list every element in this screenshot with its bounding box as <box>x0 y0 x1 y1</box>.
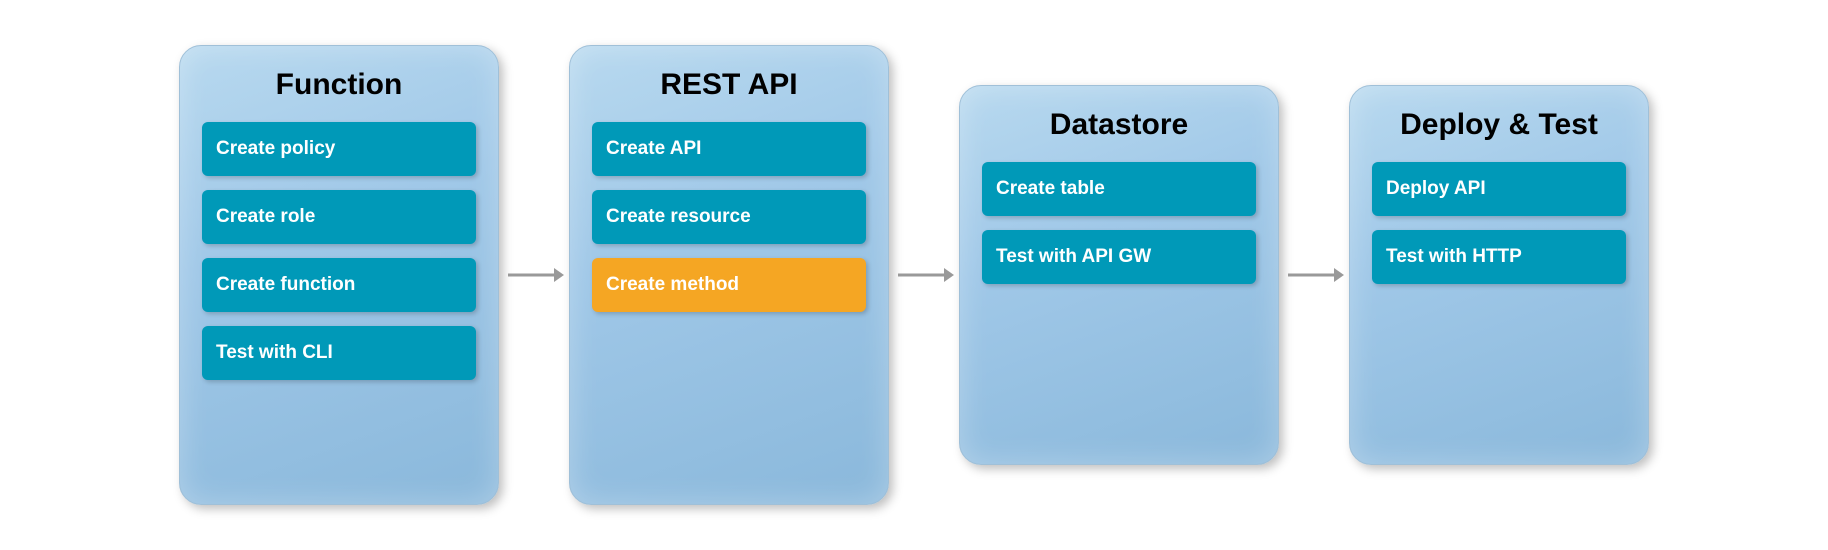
btn-deploy-api[interactable]: Deploy API <box>1372 162 1626 216</box>
btn-create-policy[interactable]: Create policy <box>202 122 476 176</box>
panel-deploy-test: Deploy & Test Deploy API Test with HTTP <box>1349 85 1649 465</box>
arrow-2 <box>889 255 959 295</box>
panel-rest-api: REST API Create API Create resource Crea… <box>569 45 889 505</box>
btn-test-cli[interactable]: Test with CLI <box>202 326 476 380</box>
btn-create-role[interactable]: Create role <box>202 190 476 244</box>
panel-datastore-items: Create table Test with API GW <box>982 162 1256 284</box>
panel-function-title: Function <box>276 68 403 102</box>
arrow-1 <box>499 255 569 295</box>
btn-create-method[interactable]: Create method <box>592 258 866 312</box>
arrow-3 <box>1279 255 1349 295</box>
btn-create-table[interactable]: Create table <box>982 162 1256 216</box>
panel-function-items: Create policy Create role Create functio… <box>202 122 476 380</box>
panel-rest-api-items: Create API Create resource Create method <box>592 122 866 312</box>
btn-test-api-gw[interactable]: Test with API GW <box>982 230 1256 284</box>
panel-rest-api-title: REST API <box>660 68 797 102</box>
btn-create-function[interactable]: Create function <box>202 258 476 312</box>
diagram: Function Create policy Create role Creat… <box>149 25 1679 525</box>
panel-deploy-test-items: Deploy API Test with HTTP <box>1372 162 1626 284</box>
panel-function: Function Create policy Create role Creat… <box>179 45 499 505</box>
btn-create-api[interactable]: Create API <box>592 122 866 176</box>
btn-test-http[interactable]: Test with HTTP <box>1372 230 1626 284</box>
btn-create-resource[interactable]: Create resource <box>592 190 866 244</box>
panel-deploy-test-title: Deploy & Test <box>1400 108 1598 142</box>
panel-datastore: Datastore Create table Test with API GW <box>959 85 1279 465</box>
panel-datastore-title: Datastore <box>1050 108 1188 142</box>
